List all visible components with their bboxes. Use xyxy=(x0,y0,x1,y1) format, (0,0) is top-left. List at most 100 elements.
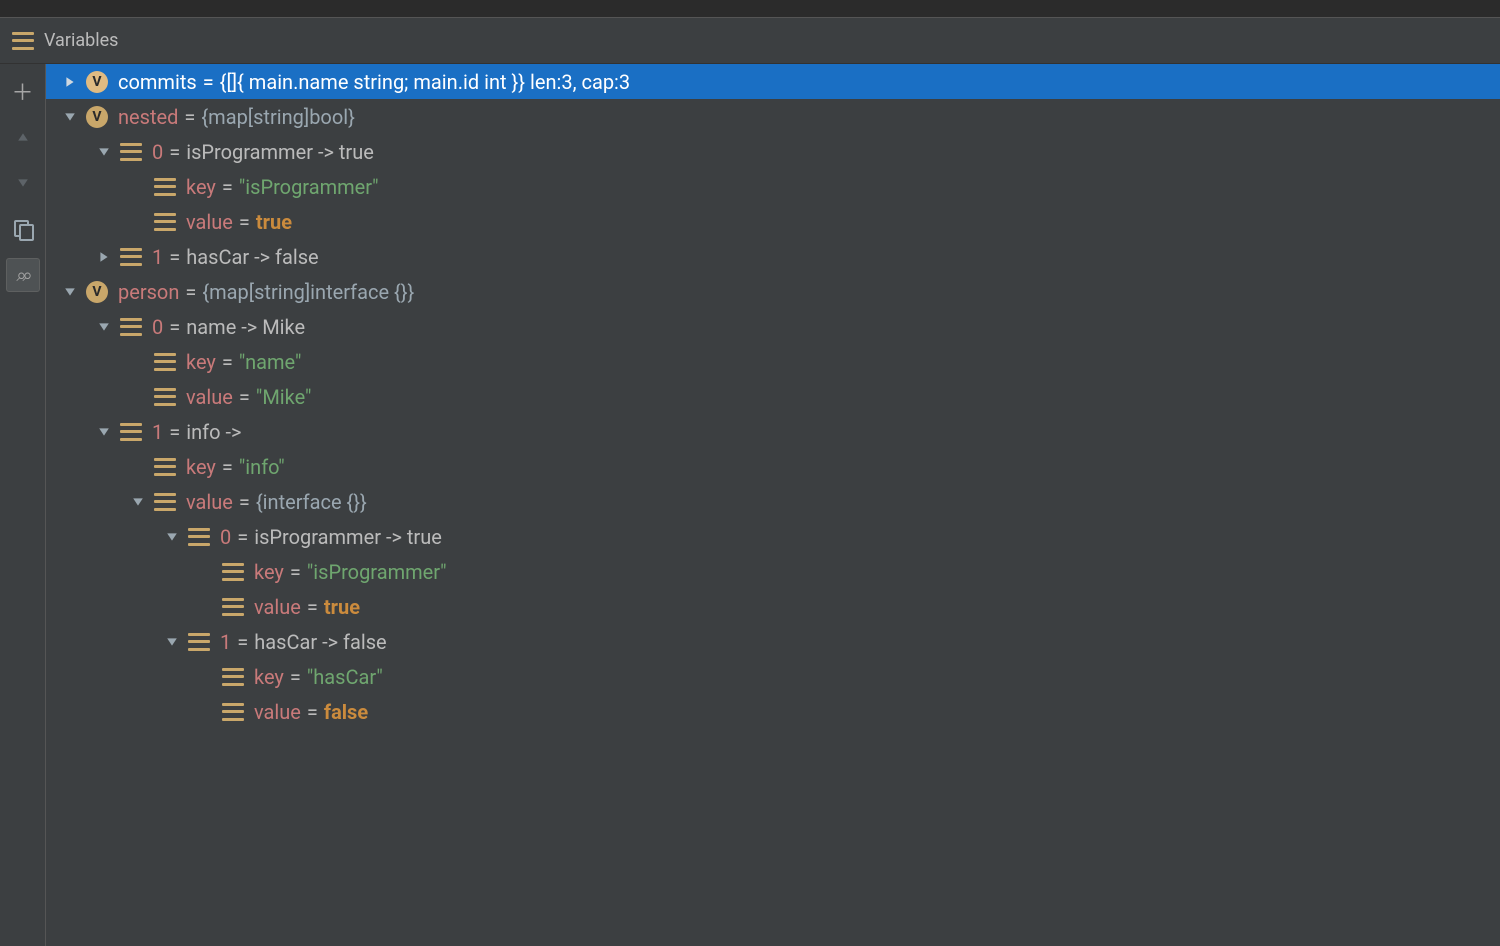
variables-tree[interactable]: Vcommits = {[]{ main.name string; main.id … xyxy=(46,64,1500,946)
var-value: info -> xyxy=(186,420,241,444)
top-divider xyxy=(0,0,1500,18)
var-value: hasCar -> false xyxy=(186,245,318,269)
object-icon xyxy=(120,248,142,266)
equals-sign: = xyxy=(185,280,196,304)
equals-sign: = xyxy=(237,525,248,549)
debugger-gutter: ＋ ⌕⌕ xyxy=(0,64,46,946)
var-name: nested xyxy=(118,105,178,129)
watches-view-button[interactable]: ⌕⌕ xyxy=(6,258,40,292)
var-name: 0 xyxy=(152,315,163,339)
collapse-arrow[interactable] xyxy=(94,426,114,438)
object-icon xyxy=(154,388,176,406)
tree-row-person-1-value-1-value[interactable]: value=false xyxy=(46,694,1500,729)
collapse-arrow[interactable] xyxy=(94,321,114,333)
equals-sign: = xyxy=(307,595,318,619)
collapse-arrow[interactable] xyxy=(162,636,182,648)
object-icon xyxy=(188,528,210,546)
var-value: hasCar -> false xyxy=(254,630,386,654)
collapse-arrow[interactable] xyxy=(60,111,80,123)
collapse-arrow[interactable] xyxy=(162,531,182,543)
tree-row-nested-0-key[interactable]: key="isProgrammer" xyxy=(46,169,1500,204)
collapse-arrow[interactable] xyxy=(128,496,148,508)
var-name: key xyxy=(254,665,284,689)
var-value: true xyxy=(256,210,292,234)
collapse-up-button[interactable] xyxy=(6,120,40,154)
equals-sign: = xyxy=(222,350,233,374)
var-name: 0 xyxy=(220,525,231,549)
object-icon xyxy=(188,633,210,651)
tree-row-person-0-key[interactable]: key="name" xyxy=(46,344,1500,379)
object-icon xyxy=(222,703,244,721)
copy-button[interactable] xyxy=(6,212,40,246)
expand-arrow[interactable] xyxy=(94,251,114,263)
tree-row-person-1-value-0-key[interactable]: key="isProgrammer" xyxy=(46,554,1500,589)
tree-row-nested-1[interactable]: 1=hasCar -> false xyxy=(46,239,1500,274)
equals-sign: = xyxy=(222,455,233,479)
collapse-down-button[interactable] xyxy=(6,166,40,200)
var-value: name -> Mike xyxy=(186,315,305,339)
chevron-down-icon xyxy=(17,177,29,189)
tree-row-nested-0[interactable]: 0=isProgrammer -> true xyxy=(46,134,1500,169)
var-name: 1 xyxy=(220,630,231,654)
add-watch-button[interactable]: ＋ xyxy=(6,74,40,108)
var-name: value xyxy=(186,385,233,409)
chevron-up-icon xyxy=(17,131,29,143)
equals-sign: = xyxy=(169,315,180,339)
tree-row-person-0[interactable]: 0=name -> Mike xyxy=(46,309,1500,344)
object-icon xyxy=(154,178,176,196)
collapse-arrow[interactable] xyxy=(60,286,80,298)
equals-sign: = xyxy=(169,420,180,444)
var-value: isProgrammer -> true xyxy=(186,140,374,164)
equals-sign: = xyxy=(222,175,233,199)
var-name: value xyxy=(186,490,233,514)
tree-row-person-1-value-1-key[interactable]: key="hasCar" xyxy=(46,659,1500,694)
var-value: "isProgrammer" xyxy=(307,560,447,584)
tree-row-person-1-value[interactable]: value={interface {}} xyxy=(46,484,1500,519)
var-name: key xyxy=(254,560,284,584)
var-value: "isProgrammer" xyxy=(239,175,379,199)
glasses-icon: ⌕⌕ xyxy=(16,265,28,286)
var-value: "name" xyxy=(239,350,302,374)
var-name: value xyxy=(186,210,233,234)
tree-row-nested[interactable]: Vnested={map[string]bool} xyxy=(46,99,1500,134)
tree-row-person-0-value[interactable]: value="Mike" xyxy=(46,379,1500,414)
tree-row-commits[interactable]: Vcommits={[]{ main.name string; main.id … xyxy=(46,64,1500,99)
tree-row-person-1-key[interactable]: key="info" xyxy=(46,449,1500,484)
var-value: {interface {}} xyxy=(256,490,367,514)
tree-row-person-1-value-0-value[interactable]: value=true xyxy=(46,589,1500,624)
tree-row-person-1[interactable]: 1=info -> xyxy=(46,414,1500,449)
var-name: value xyxy=(254,595,301,619)
equals-sign: = xyxy=(169,245,180,269)
equals-sign: = xyxy=(184,105,195,129)
var-name: value xyxy=(254,700,301,724)
variables-header: Variables xyxy=(0,18,1500,64)
var-value: {map[string]bool} xyxy=(201,105,354,129)
variable-icon: V xyxy=(86,106,108,128)
equals-sign: = xyxy=(237,630,248,654)
object-icon xyxy=(120,423,142,441)
object-icon xyxy=(154,458,176,476)
tree-row-person-1-value-0[interactable]: 0=isProgrammer -> true xyxy=(46,519,1500,554)
var-value: false xyxy=(324,700,368,724)
equals-sign: = xyxy=(239,210,250,234)
var-name: 1 xyxy=(152,420,163,444)
var-name: key xyxy=(186,350,216,374)
panel-title: Variables xyxy=(44,30,118,51)
var-value: isProgrammer -> true xyxy=(254,525,442,549)
object-icon xyxy=(154,493,176,511)
var-value: "hasCar" xyxy=(307,665,383,689)
equals-sign: = xyxy=(239,490,250,514)
tree-row-person-1-value-1[interactable]: 1=hasCar -> false xyxy=(46,624,1500,659)
collapse-arrow[interactable] xyxy=(94,146,114,158)
copy-icon xyxy=(14,220,32,238)
var-name: 0 xyxy=(152,140,163,164)
tree-row-nested-0-value[interactable]: value=true xyxy=(46,204,1500,239)
var-value: "Mike" xyxy=(256,385,312,409)
object-icon xyxy=(120,143,142,161)
var-value: {[]{ main.name string; main.id int }} le… xyxy=(220,70,630,94)
var-name: key xyxy=(186,175,216,199)
var-name: key xyxy=(186,455,216,479)
tree-row-person[interactable]: Vperson={map[string]interface {}} xyxy=(46,274,1500,309)
expand-arrow[interactable] xyxy=(60,76,80,88)
var-name: commits xyxy=(118,70,197,94)
